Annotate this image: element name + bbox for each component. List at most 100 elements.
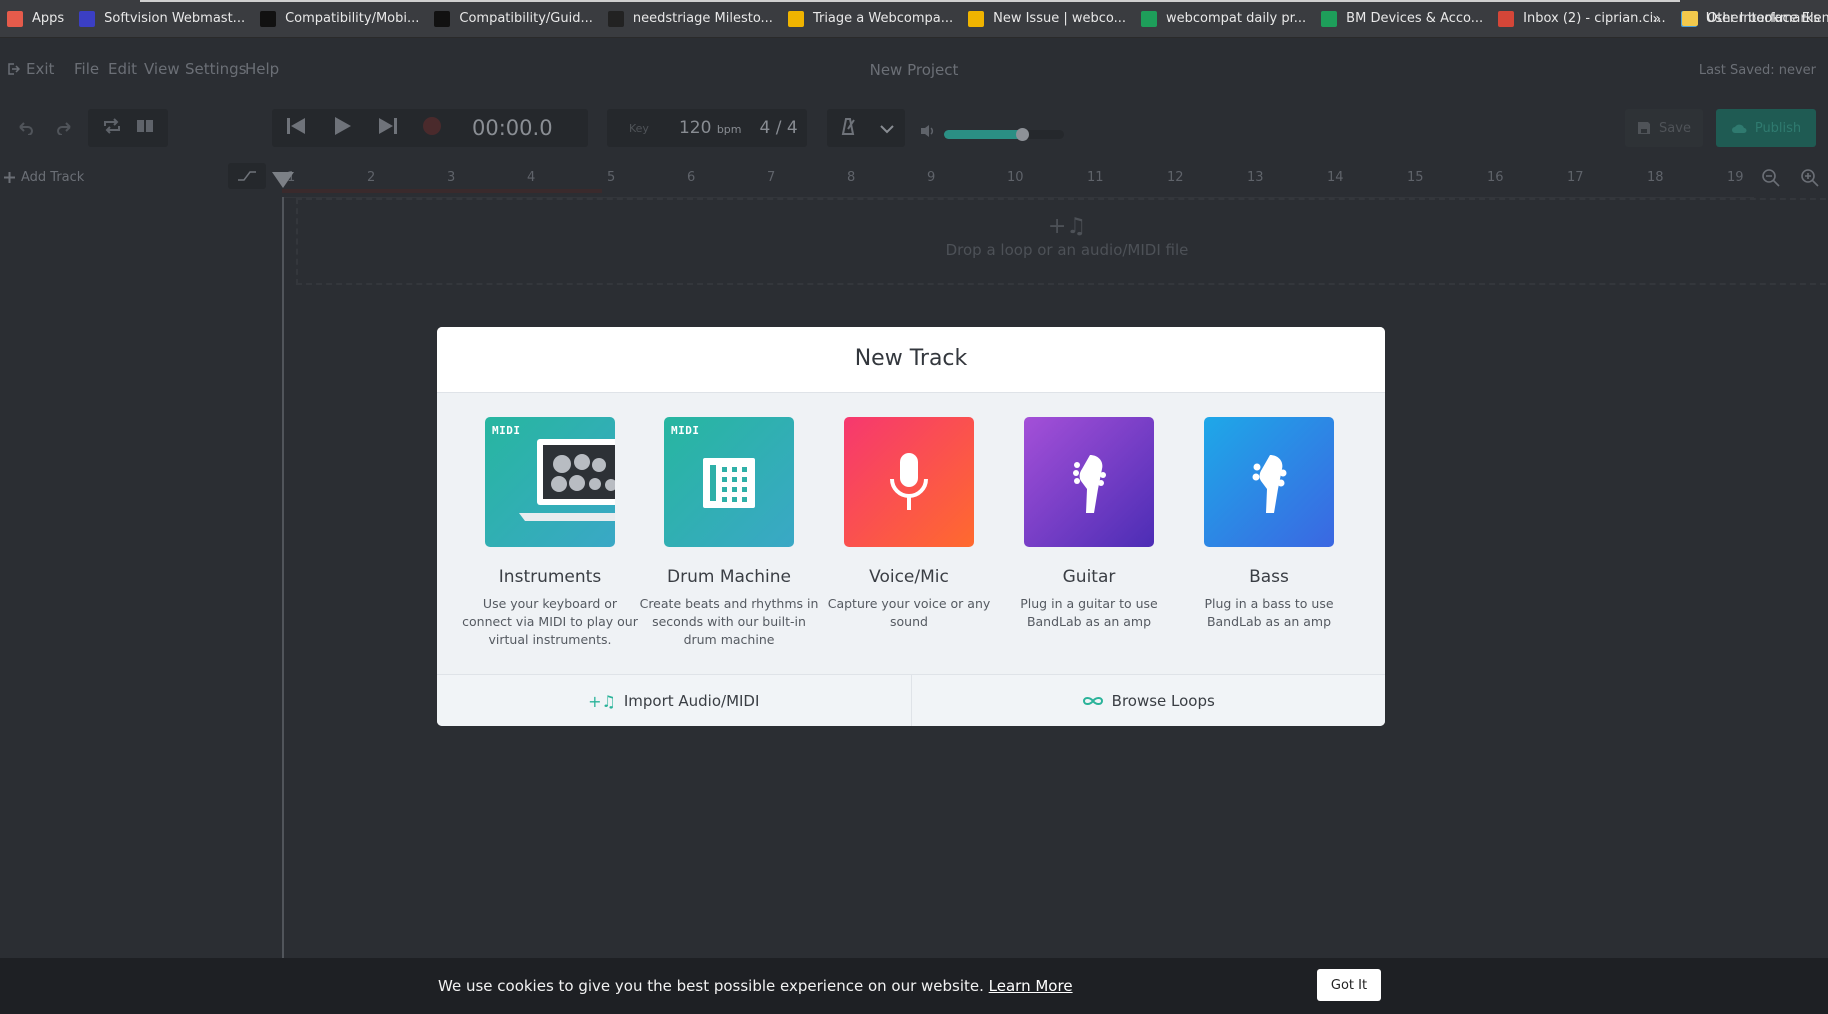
save-button[interactable]: Save xyxy=(1625,109,1703,147)
guitar-tile[interactable] xyxy=(1024,417,1154,547)
key-button[interactable]: Key xyxy=(629,122,649,135)
volume-knob[interactable] xyxy=(1016,128,1029,141)
voice-mic-tile[interactable] xyxy=(844,417,974,547)
zoom-out-button[interactable] xyxy=(1761,168,1781,188)
bookmark-item[interactable]: Triage a Webcompa... xyxy=(781,0,961,37)
ruler-tick-label: 15 xyxy=(1407,170,1424,185)
transport-toolbar: 00:00.0 Key 120 bpm 4 / 4 Save Publish xyxy=(0,99,1828,157)
card-name: Voice/Mic xyxy=(869,567,949,587)
playhead-handle[interactable] xyxy=(272,172,294,188)
bookmark-item[interactable]: Softvision Webmast... xyxy=(72,0,253,37)
bookmark-label: Apps xyxy=(32,11,65,26)
import-label: Import Audio/MIDI xyxy=(623,692,760,710)
bookmark-item[interactable]: webcompat daily pr... xyxy=(1134,0,1314,37)
dialog-footer: +♫ Import Audio/MIDI Browse Loops xyxy=(437,674,1385,726)
ruler-tick-label: 19 xyxy=(1727,170,1744,185)
got-it-button[interactable]: Got It xyxy=(1317,969,1381,1001)
publish-button[interactable]: Publish xyxy=(1716,109,1816,147)
bookmark-item[interactable]: BM Devices & Acco... xyxy=(1314,0,1491,37)
time-display: 00:00.0 xyxy=(472,116,553,140)
track-type-guitar[interactable]: Guitar Plug in a guitar to use BandLab a… xyxy=(999,417,1179,631)
tracks-header: Add Track xyxy=(0,157,282,197)
bpm-unit: bpm xyxy=(716,123,742,136)
record-icon xyxy=(423,117,441,135)
bookmark-item[interactable]: Apps xyxy=(0,0,72,37)
loop-region[interactable] xyxy=(282,189,602,193)
bookmark-list: Apps Softvision Webmast... Compatibility/M… xyxy=(0,0,1828,37)
track-type-bass[interactable]: Bass Plug in a bass to use BandLab as an… xyxy=(1179,417,1359,631)
time-signature[interactable]: 4 / 4 xyxy=(760,118,798,138)
bpm-value: 120 xyxy=(678,118,712,138)
ruler-tick-label: 3 xyxy=(447,170,456,185)
timeline-ruler[interactable]: 1 2 3 4 5 6 7 8 9 10 11 12 13 14 15 16 17 18 19 xyxy=(282,157,1754,198)
more-bookmarks-button[interactable]: » xyxy=(1638,11,1675,27)
add-music-icon: +♫ xyxy=(588,691,616,711)
bookmark-item[interactable]: Compatibility/Mobi... xyxy=(253,0,427,37)
ruler-tick-label: 17 xyxy=(1567,170,1584,185)
ruler-tick-label: 4 xyxy=(527,170,536,185)
bass-tile[interactable] xyxy=(1204,417,1334,547)
bookmark-item[interactable]: New Issue | webco... xyxy=(961,0,1134,37)
browse-loops-button[interactable]: Browse Loops xyxy=(910,675,1386,726)
drop-zone[interactable]: +♫ Drop a loop or an audio/MIDI file xyxy=(296,198,1828,285)
sheets-icon xyxy=(1321,10,1338,27)
learn-more-link[interactable]: Learn More xyxy=(989,977,1073,995)
card-name: Guitar xyxy=(1062,567,1116,587)
ruler-tick-label: 11 xyxy=(1087,170,1104,185)
ruler-tick-label: 9 xyxy=(927,170,936,185)
undo-button[interactable] xyxy=(8,109,42,147)
ruler-tick-label: 2 xyxy=(367,170,376,185)
gmail-icon xyxy=(1498,10,1515,27)
metronome-button[interactable] xyxy=(839,117,857,139)
bass-headstock-icon xyxy=(1252,455,1287,513)
playhead-line xyxy=(282,197,284,997)
cookie-text: We use cookies to give you the best poss… xyxy=(438,977,984,995)
new-track-dialog: New Track MIDI Instruments Use your keyb… xyxy=(437,327,1385,726)
bookmark-item[interactable]: Compatibility/Guid... xyxy=(427,0,600,37)
split-button[interactable] xyxy=(136,118,154,138)
automation-button[interactable] xyxy=(228,163,266,189)
metronome-group xyxy=(827,109,905,147)
midi-badge: MIDI xyxy=(671,424,700,437)
chevron-down-icon xyxy=(879,124,894,133)
skip-forward-button[interactable] xyxy=(378,117,398,139)
metronome-menu-button[interactable] xyxy=(879,119,894,138)
bookmark-label: Triage a Webcompa... xyxy=(812,11,954,26)
ruler-tick-label: 18 xyxy=(1647,170,1664,185)
instruments-tile[interactable]: MIDI xyxy=(485,417,615,547)
drum-machine-tile[interactable]: MIDI xyxy=(664,417,794,547)
sheets-icon xyxy=(1141,10,1157,27)
master-volume-slider[interactable] xyxy=(944,128,1064,141)
ruler-tick-label: 12 xyxy=(1167,170,1184,185)
project-title[interactable]: New Project xyxy=(0,61,1828,79)
bookmark-label: Compatibility/Mobi... xyxy=(285,11,420,26)
card-description: Plug in a guitar to use BandLab as an am… xyxy=(1020,596,1158,629)
card-name: Instruments xyxy=(498,567,602,587)
track-type-drum-machine[interactable]: MIDI Drum Machine Create beats and rhyth… xyxy=(639,417,819,649)
folder-icon xyxy=(1681,11,1698,26)
mozilla-wiki-icon xyxy=(260,10,277,27)
other-bookmarks[interactable]: Other bookmarks xyxy=(1675,0,1828,37)
zoom-in-button[interactable] xyxy=(1800,168,1820,188)
track-type-voice-mic[interactable]: Voice/Mic Capture your voice or any soun… xyxy=(819,417,999,631)
webcompat-icon xyxy=(787,10,804,27)
skip-back-button[interactable] xyxy=(286,117,306,139)
bookmark-item[interactable]: needstriage Milesto... xyxy=(601,0,781,37)
add-track-button[interactable]: Add Track xyxy=(4,170,84,185)
skip-forward-icon xyxy=(379,118,397,134)
save-icon xyxy=(1638,122,1651,134)
import-audio-midi-button[interactable]: +♫ Import Audio/MIDI xyxy=(437,675,911,726)
loop-button[interactable] xyxy=(102,117,122,139)
bpm-field[interactable]: 120 bpm xyxy=(679,118,742,138)
redo-icon xyxy=(57,122,71,135)
track-type-instruments[interactable]: MIDI Instruments Use your keyboard or co… xyxy=(460,417,640,649)
record-button[interactable] xyxy=(422,116,442,140)
skip-back-icon xyxy=(287,118,305,134)
redo-button[interactable] xyxy=(48,109,82,147)
bookmarks-right: » Other bookmarks xyxy=(1638,0,1828,37)
loop-icon xyxy=(104,118,120,134)
save-label: Save xyxy=(1659,120,1691,136)
play-button[interactable] xyxy=(334,116,352,140)
ruler-tick-label: 13 xyxy=(1247,170,1264,185)
dialog-title: New Track xyxy=(854,346,968,371)
